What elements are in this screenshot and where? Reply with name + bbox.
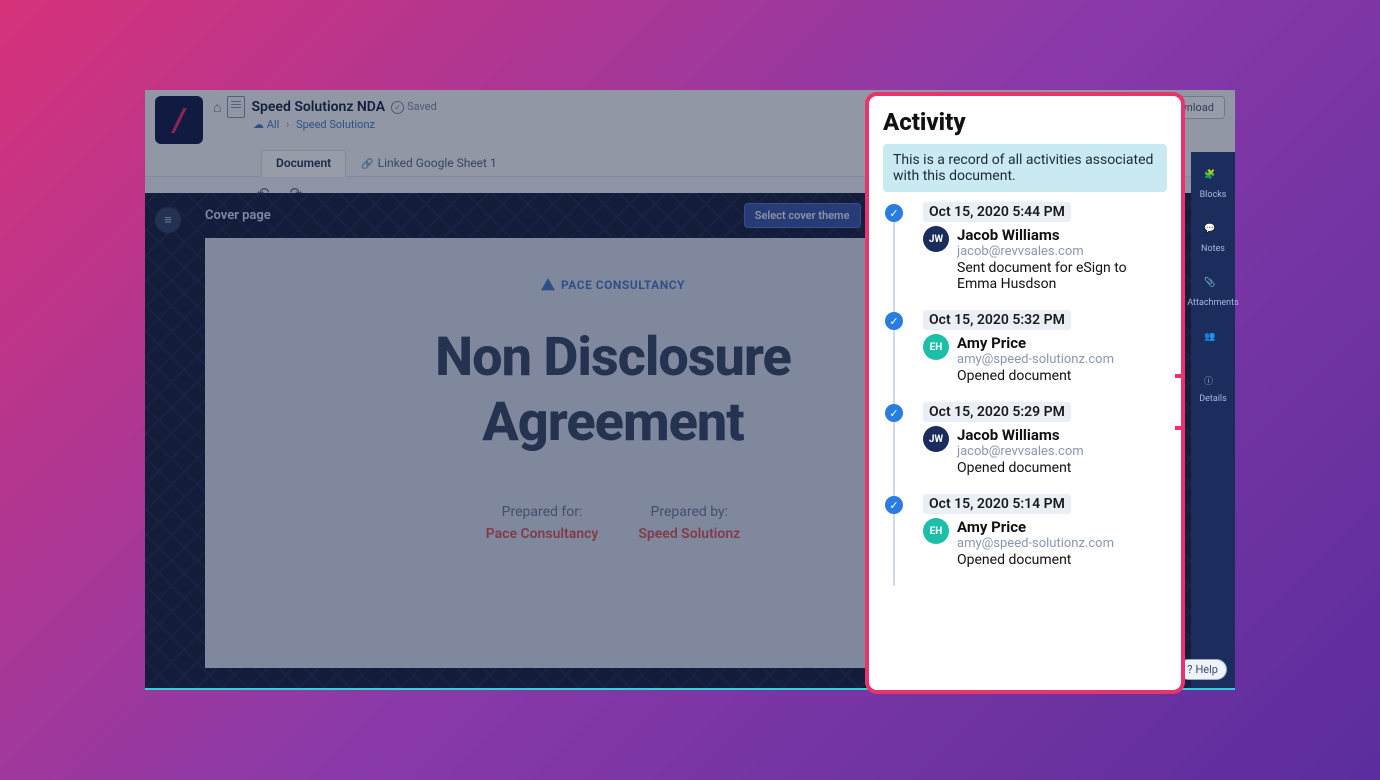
tab-document[interactable]: Document [261, 150, 346, 177]
doc-title: Speed Solutionz NDA [251, 99, 385, 115]
activity-description: This is a record of all activities assoc… [883, 144, 1167, 192]
activity-time: Oct 15, 2020 5:14 PM [923, 494, 1071, 514]
select-cover-theme-button[interactable]: Select cover theme [744, 203, 861, 228]
activity-user-email: amy@speed-solutionz.com [957, 536, 1114, 551]
saved-badge: Saved [391, 100, 437, 114]
right-sidebar: 🧩Blocks 💬Notes 📎Attachments 👥 ⓘDetails [1191, 152, 1235, 688]
sidebar-item-blocks[interactable]: 🧩Blocks [1191, 166, 1235, 204]
activity-user-email: jacob@revvsales.com [957, 444, 1084, 459]
activity-user-name: Amy Price [957, 518, 1114, 536]
activity-time: Oct 15, 2020 5:32 PM [923, 310, 1071, 330]
link-icon: 🔗 [361, 159, 373, 170]
avatar: EH [923, 334, 949, 360]
activity-item: ✓ Oct 15, 2020 5:14 PM EH Amy Price amy@… [883, 494, 1167, 586]
home-icon[interactable]: ⌂ [213, 99, 221, 116]
sidebar-item-attachments[interactable]: 📎Attachments [1191, 274, 1235, 312]
activity-action: Sent document for eSign to Emma Husdson [957, 260, 1167, 292]
blocks-icon: 🧩 [1204, 170, 1222, 188]
notes-icon: 💬 [1204, 224, 1222, 242]
sidebar-item-notes[interactable]: 💬Notes [1191, 220, 1235, 258]
help-icon: ? [1187, 663, 1192, 676]
paperclip-icon: 📎 [1204, 278, 1222, 296]
crumb-all[interactable]: All [267, 118, 280, 131]
info-icon: ⓘ [1204, 374, 1222, 392]
document-icon [227, 96, 245, 118]
activity-item: ✓ Oct 15, 2020 5:44 PM JW Jacob Williams… [883, 202, 1167, 310]
check-icon: ✓ [885, 404, 903, 422]
help-button[interactable]: ?Help [1178, 659, 1227, 680]
activity-panel: Activity This is a record of all activit… [865, 92, 1185, 694]
crumb-folder[interactable]: Speed Solutionz [296, 118, 375, 131]
activity-user-name: Jacob Williams [957, 226, 1167, 244]
activity-title: Activity [883, 108, 1167, 136]
activity-time: Oct 15, 2020 5:29 PM [923, 402, 1071, 422]
cloud-icon: ☁ [253, 118, 264, 131]
brand-name: PACE CONSULTANCY [561, 278, 685, 292]
prepared-by-label: Prepared by: [638, 504, 740, 520]
brand-icon [541, 278, 555, 292]
tab-linked-sheet[interactable]: 🔗Linked Google Sheet 1 [346, 150, 512, 176]
prepared-by-value: Speed Solutionz [638, 526, 740, 542]
check-icon: ✓ [885, 496, 903, 514]
app-window: / ⌂ Speed Solutionz NDA Saved ☁ All › Sp… [145, 90, 1235, 690]
check-icon: ✓ [885, 312, 903, 330]
activity-item: ✓ Oct 15, 2020 5:32 PM EH Amy Price amy@… [883, 310, 1167, 402]
app-logo[interactable]: / [155, 96, 203, 144]
sidebar-item-details[interactable]: ⓘDetails [1191, 370, 1235, 408]
activity-action: Opened document [957, 552, 1114, 568]
activity-user-email: jacob@revvsales.com [957, 244, 1167, 259]
activity-action: Opened document [957, 368, 1114, 384]
avatar: EH [923, 518, 949, 544]
activity-user-email: amy@speed-solutionz.com [957, 352, 1114, 367]
people-icon: 👥 [1204, 332, 1222, 350]
activity-action: Opened document [957, 460, 1084, 476]
sidebar-item-share[interactable]: 👥 [1191, 328, 1235, 354]
avatar: JW [923, 426, 949, 452]
cover-page-label: Cover page [205, 208, 271, 223]
activity-item: ✓ Oct 15, 2020 5:29 PM JW Jacob Williams… [883, 402, 1167, 494]
avatar: JW [923, 226, 949, 252]
prepared-for-label: Prepared for: [486, 504, 599, 520]
activity-list: ✓ Oct 15, 2020 5:44 PM JW Jacob Williams… [883, 202, 1167, 586]
prepared-for-value: Pace Consultancy [486, 526, 599, 542]
activity-user-name: Jacob Williams [957, 426, 1084, 444]
activity-user-name: Amy Price [957, 334, 1114, 352]
activity-tab[interactable]: Activity [1175, 374, 1185, 430]
activity-time: Oct 15, 2020 5:44 PM [923, 202, 1071, 222]
page-list-icon[interactable]: ≡ [155, 207, 181, 233]
check-icon: ✓ [885, 204, 903, 222]
